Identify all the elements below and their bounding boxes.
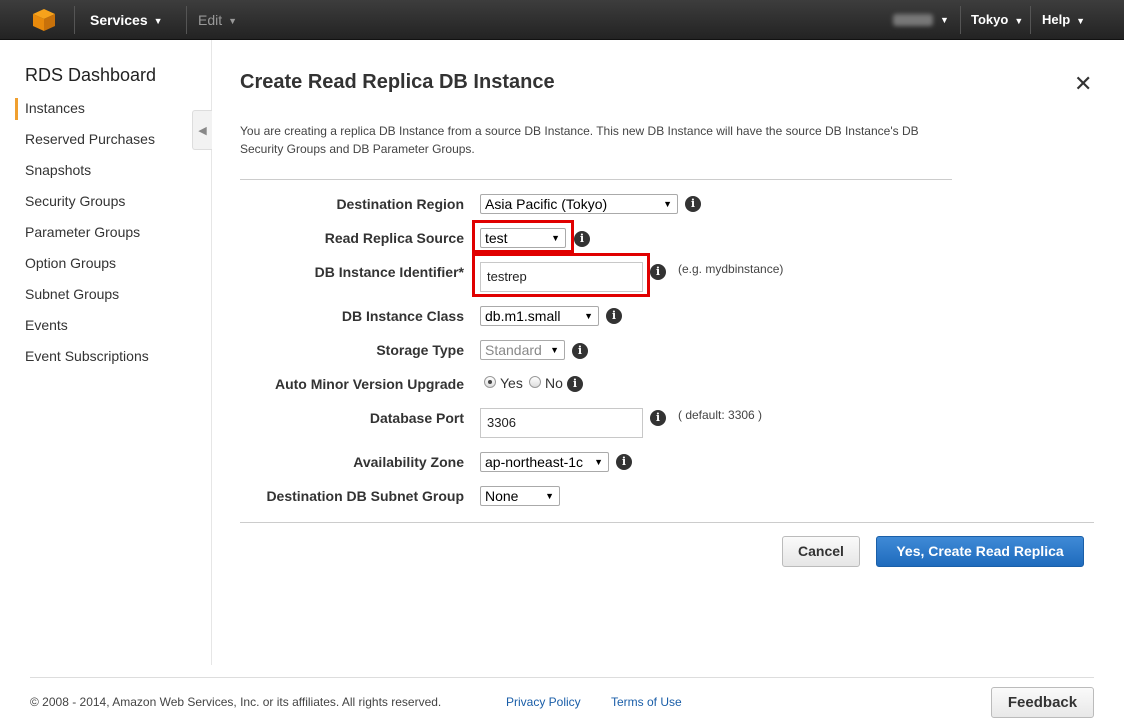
edit-label: Edit <box>198 12 223 28</box>
sidebar-item-instances[interactable]: Instances <box>25 100 85 116</box>
feedback-button[interactable]: Feedback <box>991 687 1094 718</box>
topbar-divider <box>960 6 961 34</box>
services-label: Services <box>90 12 148 28</box>
database-port-hint: ( default: 3306 ) <box>678 408 763 422</box>
edit-menu[interactable]: Edit ▼ <box>198 0 237 40</box>
destination-db-subnet-group-value: None <box>485 488 519 504</box>
dropdown-arrow-icon: ▼ <box>550 345 559 355</box>
dropdown-arrow-icon: ▼ <box>663 199 672 209</box>
chevron-down-icon: ▼ <box>228 16 238 27</box>
db-instance-class-select[interactable]: db.m1.small ▼ <box>480 306 599 326</box>
services-menu[interactable]: Services ▼ <box>90 0 163 40</box>
copyright-text: © 2008 - 2014, Amazon Web Services, Inc.… <box>30 695 442 709</box>
database-port-label: Database Port <box>369 410 464 426</box>
chevron-down-icon: ▼ <box>153 16 163 27</box>
sidebar-item-reserved-purchases[interactable]: Reserved Purchases <box>25 131 155 147</box>
auto-minor-upgrade-no-label[interactable]: No <box>545 375 563 391</box>
read-replica-source-value: test <box>485 230 508 246</box>
dialog-description: You are creating a replica DB Instance f… <box>240 124 919 156</box>
sidebar-item-events[interactable]: Events <box>25 317 68 333</box>
create-read-replica-button[interactable]: Yes, Create Read Replica <box>876 536 1084 567</box>
read-replica-source-label: Read Replica Source <box>324 230 464 246</box>
info-icon[interactable]: i <box>567 376 583 392</box>
availability-zone-value: ap-northeast-1c <box>485 454 584 470</box>
info-icon[interactable]: i <box>616 454 632 470</box>
auto-minor-version-upgrade-label: Auto Minor Version Upgrade <box>274 376 464 392</box>
dropdown-arrow-icon: ▼ <box>545 491 554 501</box>
availability-zone-select[interactable]: ap-northeast-1c ▼ <box>480 452 609 472</box>
chevron-left-icon: ◀ <box>198 125 207 137</box>
auto-minor-upgrade-yes-label[interactable]: Yes <box>500 375 523 391</box>
help-menu[interactable]: Help ▼ <box>1042 0 1085 40</box>
storage-type-select[interactable]: Standard ▼ <box>480 340 565 360</box>
topbar-divider <box>1030 6 1031 34</box>
region-label: Tokyo <box>971 12 1009 27</box>
sidebar-item-subnet-groups[interactable]: Subnet Groups <box>25 286 119 302</box>
sidebar-item-parameter-groups[interactable]: Parameter Groups <box>25 224 140 240</box>
top-navigation-bar: Services ▼ Edit ▼ ▼ Tokyo ▼ Help ▼ <box>0 0 1124 40</box>
privacy-policy-link[interactable]: Privacy Policy <box>506 695 581 709</box>
divider <box>240 179 952 180</box>
topbar-divider <box>74 6 75 34</box>
info-icon[interactable]: i <box>650 410 666 426</box>
info-icon[interactable]: i <box>606 308 622 324</box>
page-title: Create Read Replica DB Instance <box>240 71 555 93</box>
database-port-input[interactable]: 3306 <box>480 408 643 438</box>
destination-db-subnet-group-select[interactable]: None ▼ <box>480 486 560 506</box>
region-menu[interactable]: Tokyo ▼ <box>971 0 1023 40</box>
chevron-down-icon: ▼ <box>1076 15 1086 26</box>
availability-zone-label: Availability Zone <box>353 454 464 470</box>
destination-db-subnet-group-label: Destination DB Subnet Group <box>266 488 464 504</box>
footer-divider <box>30 677 1094 678</box>
sidebar-item-snapshots[interactable]: Snapshots <box>25 162 91 178</box>
info-icon[interactable]: i <box>685 196 701 212</box>
close-icon[interactable]: ✕ <box>1074 72 1092 96</box>
collapse-sidebar-button[interactable]: ◀ <box>192 110 212 150</box>
topbar-divider <box>186 6 187 34</box>
db-instance-class-value: db.m1.small <box>485 308 561 324</box>
chevron-down-icon: ▼ <box>1014 15 1024 26</box>
dropdown-arrow-icon: ▼ <box>594 457 603 467</box>
sidebar-title[interactable]: RDS Dashboard <box>25 65 156 86</box>
sidebar-item-option-groups[interactable]: Option Groups <box>25 255 116 271</box>
storage-type-value: Standard <box>485 342 542 358</box>
db-instance-identifier-label: DB Instance Identifier* <box>314 264 464 280</box>
destination-region-value: Asia Pacific (Tokyo) <box>485 196 608 212</box>
info-icon[interactable]: i <box>572 343 588 359</box>
db-instance-identifier-hint: (e.g. mydbinstance) <box>678 262 784 276</box>
chevron-down-icon[interactable]: ▼ <box>940 0 949 40</box>
destination-region-select[interactable]: Asia Pacific (Tokyo) ▼ <box>480 194 678 214</box>
destination-region-label: Destination Region <box>336 196 464 212</box>
help-label: Help <box>1042 12 1071 27</box>
active-item-marker <box>15 98 18 120</box>
dropdown-arrow-icon: ▼ <box>551 233 560 243</box>
dropdown-arrow-icon: ▼ <box>584 311 593 321</box>
cancel-button[interactable]: Cancel <box>782 536 860 567</box>
divider <box>240 522 1094 523</box>
read-replica-source-select[interactable]: test ▼ <box>480 228 566 248</box>
auto-minor-upgrade-yes-radio[interactable] <box>484 376 496 388</box>
auto-minor-upgrade-no-radio[interactable] <box>529 376 541 388</box>
storage-type-label: Storage Type <box>376 342 464 358</box>
sidebar-item-event-subscriptions[interactable]: Event Subscriptions <box>25 348 149 364</box>
info-icon[interactable]: i <box>650 264 666 280</box>
account-name-redacted[interactable] <box>893 14 933 26</box>
terms-of-use-link[interactable]: Terms of Use <box>611 695 682 709</box>
sidebar-item-security-groups[interactable]: Security Groups <box>25 193 125 209</box>
db-instance-identifier-input[interactable]: testrep <box>480 262 643 292</box>
info-icon[interactable]: i <box>574 231 590 247</box>
aws-cube-logo-icon[interactable] <box>32 8 56 32</box>
sidebar: RDS Dashboard Instances Reserved Purchas… <box>0 40 212 665</box>
db-instance-class-label: DB Instance Class <box>341 308 464 324</box>
